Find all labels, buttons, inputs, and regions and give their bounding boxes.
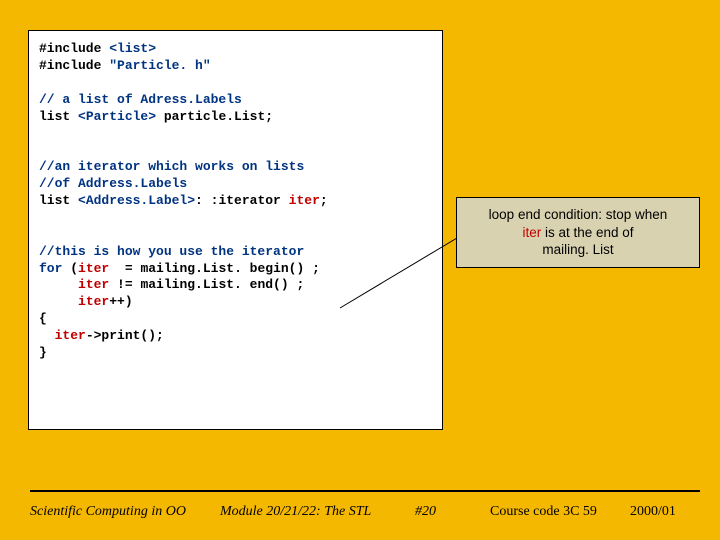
callout-text: mailing. List: [463, 241, 693, 259]
footer-divider: [30, 490, 700, 492]
code-text: {: [39, 311, 47, 326]
code-text: "Particle. h": [109, 58, 210, 73]
code-comment: //this is how you use the iterator: [39, 244, 304, 259]
code-var: iter: [78, 277, 109, 292]
callout-text: loop end condition: stop when: [463, 206, 693, 224]
code-text: particle.List;: [156, 109, 273, 124]
code-var: iter: [289, 193, 320, 208]
code-text: [39, 277, 78, 292]
footer-course: Course code 3C 59: [490, 504, 597, 520]
code-var: iter: [78, 294, 109, 309]
code-text: list: [39, 109, 78, 124]
callout-text: is at the end of: [541, 225, 633, 240]
code-keyword: for: [39, 261, 70, 276]
code-text: = mailing.List. begin() ;: [109, 261, 320, 276]
code-text: #include: [39, 41, 109, 56]
footer-page-num: #20: [415, 504, 436, 520]
callout-box: loop end condition: stop when iter is at…: [456, 197, 700, 268]
footer-left: Scientific Computing in OO: [30, 504, 186, 520]
code-text: ->print();: [86, 328, 164, 343]
code-text: (: [70, 261, 78, 276]
code-text: #include: [39, 58, 109, 73]
code-text: list: [39, 193, 78, 208]
code-text: != mailing.List. end() ;: [109, 277, 304, 292]
code-text: : :iterator: [195, 193, 289, 208]
code-text: ++): [109, 294, 132, 309]
code-text: ;: [320, 193, 328, 208]
code-comment: //an iterator which works on lists: [39, 159, 304, 174]
code-var: iter: [55, 328, 86, 343]
code-text: <list>: [109, 41, 156, 56]
callout-var: iter: [522, 225, 541, 240]
code-text: <Particle>: [78, 109, 156, 124]
code-panel: #include <list> #include "Particle. h" /…: [28, 30, 443, 430]
code-text: [39, 328, 55, 343]
code-text: <Address.Label>: [78, 193, 195, 208]
code-text: }: [39, 345, 47, 360]
footer-year: 2000/01: [630, 504, 676, 520]
code-comment: //of Address.Labels: [39, 176, 187, 191]
code-var: iter: [78, 261, 109, 276]
code-text: [39, 294, 78, 309]
footer-module: Module 20/21/22: The STL: [220, 504, 371, 520]
code-comment: // a list of Adress.Labels: [39, 92, 242, 107]
